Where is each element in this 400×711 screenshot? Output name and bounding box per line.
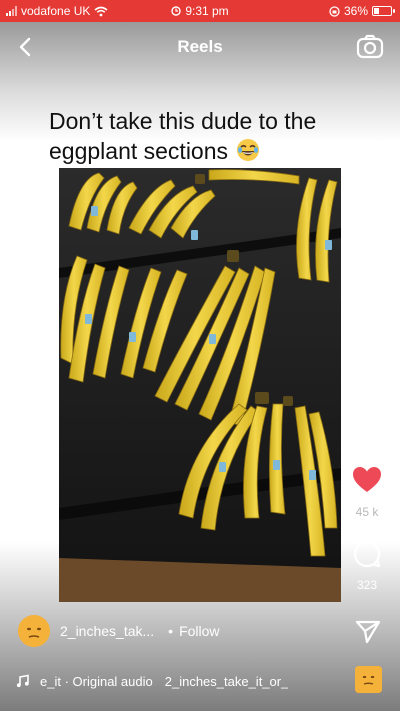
audio-label: e_it · Original audio	[40, 673, 153, 689]
status-right: 36%	[329, 0, 395, 22]
music-note-icon	[16, 674, 29, 688]
author-row: 2_inches_tak... • Follow	[18, 614, 220, 648]
rotation-lock-icon	[329, 5, 340, 17]
audio-thumbnail[interactable]	[355, 666, 382, 693]
comment-button[interactable]	[353, 540, 381, 568]
carrier-label: vodafone UK	[21, 4, 91, 18]
follow-button[interactable]: Follow	[179, 623, 219, 639]
avatar-emoji-icon	[18, 615, 50, 647]
audio-creator: 2_inches_take_it_or_	[164, 673, 289, 689]
comment-icon	[353, 540, 381, 568]
avatar[interactable]	[18, 615, 50, 647]
alarm-icon	[171, 6, 182, 16]
separator-dot: •	[168, 623, 174, 639]
like-count: 45 k	[355, 505, 379, 519]
laughing-emoji-icon	[237, 139, 260, 161]
author-username[interactable]: 2_inches_tak...	[60, 623, 154, 639]
camera-button[interactable]	[356, 34, 384, 60]
battery-level	[374, 8, 380, 14]
caption-text: Don’t take this dude to the eggplant sec…	[49, 108, 317, 164]
status-bar: vodafone UK 9:31 pm 36%	[0, 0, 400, 22]
share-button[interactable]	[355, 620, 381, 644]
status-left: vodafone UK	[6, 0, 108, 22]
heart-icon	[353, 467, 381, 492]
page-title: Reels	[177, 37, 223, 56]
camera-icon	[356, 34, 384, 59]
battery-percent: 36%	[343, 4, 368, 18]
status-time: 9:31 pm	[185, 4, 229, 18]
like-button[interactable]	[352, 466, 382, 494]
post-caption: Don’t take this dude to the eggplant sec…	[49, 106, 369, 166]
signal-icon	[6, 6, 17, 16]
comment-count: 323	[356, 578, 378, 592]
bananas-video-frame	[59, 168, 341, 602]
audio-avatar-icon	[355, 666, 382, 693]
battery-icon	[372, 6, 395, 16]
send-icon	[355, 620, 381, 644]
reel-video[interactable]	[59, 168, 341, 602]
reels-screen: vodafone UK 9:31 pm 36% Reels Don’t take…	[0, 0, 400, 711]
wifi-icon	[94, 6, 108, 16]
audio-row[interactable]: e_it · Original audio 2_inches_take_it_o…	[16, 670, 346, 692]
reels-header: Reels	[0, 22, 400, 72]
